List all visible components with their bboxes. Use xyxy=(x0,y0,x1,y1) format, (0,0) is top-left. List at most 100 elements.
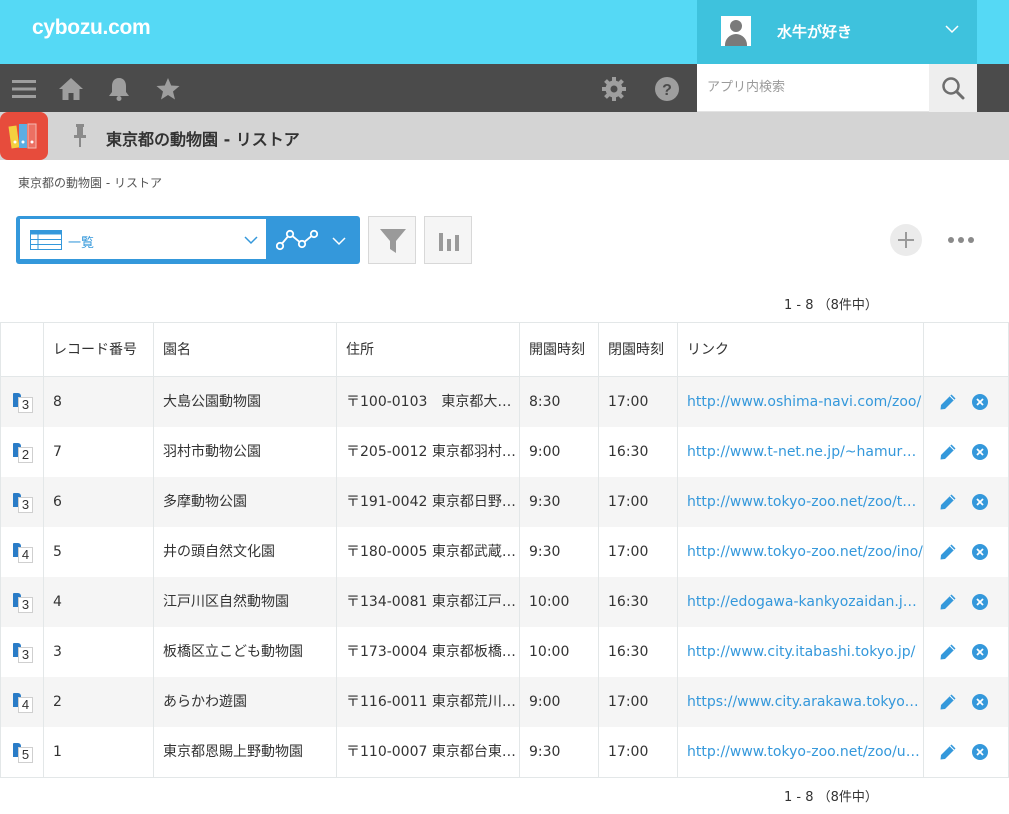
chevron-down-icon[interactable] xyxy=(332,236,346,246)
svg-text:?: ? xyxy=(662,82,672,99)
zoo-name-cell: 大島公園動物園 xyxy=(153,377,336,427)
link-cell[interactable]: http://www.t-net.ne.jp/~hamura-z/ xyxy=(677,427,923,477)
edit-pencil-icon[interactable] xyxy=(939,493,957,511)
delete-record-icon[interactable] xyxy=(972,694,988,710)
edit-pencil-icon[interactable] xyxy=(939,743,957,761)
table-header: レコード番号 園名 住所 開園時刻 閉園時刻 リンク xyxy=(1,323,1008,377)
column-header-record-no[interactable]: レコード番号 xyxy=(43,323,153,376)
zoo-name-cell: 多摩動物公園 xyxy=(153,477,336,527)
delete-record-icon[interactable] xyxy=(972,444,988,460)
link-cell[interactable]: http://www.oshima-navi.com/zoo/ xyxy=(677,377,923,427)
column-header-open[interactable]: 開園時刻 xyxy=(519,323,598,376)
record-detail-icon[interactable]: 4 xyxy=(13,693,35,715)
link-cell[interactable]: http://www.tokyo-zoo.net/zoo/ino/ xyxy=(677,527,923,577)
address-cell: 〒180-0005 東京都武蔵野市御殿山1-17-6 xyxy=(336,527,519,577)
table-row[interactable]: 36多摩動物公園〒191-0042 東京都日野市程久保7-1-19:3017:0… xyxy=(1,477,1008,527)
edit-pencil-icon[interactable] xyxy=(939,393,957,411)
link-cell[interactable]: http://edogawa-kankyozaidan.jp/zoo/ xyxy=(677,577,923,627)
table-row[interactable]: 34江戸川区自然動物園〒134-0081 東京都江戸川区北葛西3-2-110:0… xyxy=(1,577,1008,627)
table-row[interactable]: 38大島公園動物園〒100-0103 東京都大島町泉津福重28:3017:00h… xyxy=(1,377,1008,427)
row-actions-cell xyxy=(923,677,1008,727)
open-time-cell: 10:00 xyxy=(519,627,598,677)
edit-pencil-icon[interactable] xyxy=(939,643,957,661)
column-header-link[interactable]: リンク xyxy=(677,323,923,376)
table-row[interactable]: 51東京都恩賜上野動物園〒110-0007 東京都台東区上野公園9-839:30… xyxy=(1,727,1008,777)
delete-record-icon[interactable] xyxy=(972,544,988,560)
delete-record-icon[interactable] xyxy=(972,744,988,760)
help-icon[interactable]: ? xyxy=(654,76,680,102)
record-detail-icon[interactable]: 5 xyxy=(13,743,35,765)
delete-record-icon[interactable] xyxy=(972,394,988,410)
close-time-cell: 17:00 xyxy=(598,377,677,427)
row-actions-cell xyxy=(923,527,1008,577)
link-cell[interactable]: http://www.tokyo-zoo.net/zoo/tama/ xyxy=(677,477,923,527)
search-button[interactable] xyxy=(929,64,977,112)
graph-button[interactable] xyxy=(424,216,472,264)
edit-pencil-icon[interactable] xyxy=(939,443,957,461)
record-detail-icon[interactable]: 3 xyxy=(13,493,35,515)
header-edit-cell xyxy=(923,323,1008,376)
table-row[interactable]: 33板橋区立こども動物園〒173-0004 東京都板橋区板橋3-50-110:0… xyxy=(1,627,1008,677)
cybozu-logo[interactable]: cybozu.com xyxy=(32,16,151,40)
delete-record-icon[interactable] xyxy=(972,594,988,610)
delete-record-icon[interactable] xyxy=(972,494,988,510)
pin-icon[interactable] xyxy=(73,124,87,148)
record-detail-icon[interactable]: 3 xyxy=(13,593,35,615)
detail-cell: 3 xyxy=(1,577,43,627)
record-no-cell: 2 xyxy=(43,677,153,727)
table-view-icon xyxy=(30,230,62,250)
row-actions-cell xyxy=(923,627,1008,677)
home-icon[interactable] xyxy=(58,76,84,102)
address-cell: 〒205-0012 東京都羽村市羽4122 xyxy=(336,427,519,477)
link-cell[interactable]: https://www.city.arakawa.tokyo.jp/ xyxy=(677,677,923,727)
comment-count: 5 xyxy=(18,747,33,763)
record-detail-icon[interactable]: 3 xyxy=(13,643,35,665)
table-row[interactable]: 45井の頭自然文化園〒180-0005 東京都武蔵野市御殿山1-17-69:30… xyxy=(1,527,1008,577)
record-detail-icon[interactable]: 4 xyxy=(13,543,35,565)
table-row[interactable]: 42あらかわ遊園〒116-0011 東京都荒川区西尾久6-35-119:0017… xyxy=(1,677,1008,727)
column-header-name[interactable]: 園名 xyxy=(153,323,336,376)
column-header-address[interactable]: 住所 xyxy=(336,323,519,376)
chevron-down-icon xyxy=(244,236,258,245)
bar-chart-icon xyxy=(439,233,459,251)
breadcrumb[interactable]: 東京都の動物園 - リストア xyxy=(18,174,162,191)
table-row[interactable]: 27羽村市動物公園〒205-0012 東京都羽村市羽41229:0016:30h… xyxy=(1,427,1008,477)
bell-icon[interactable] xyxy=(106,76,132,102)
star-icon[interactable] xyxy=(155,76,181,102)
app-icon[interactable] xyxy=(0,112,48,160)
record-detail-icon[interactable]: 3 xyxy=(13,393,35,415)
graph-icon[interactable] xyxy=(276,228,318,252)
column-header-close[interactable]: 閉園時刻 xyxy=(598,323,677,376)
address-cell: 〒100-0103 東京都大島町泉津福重2 xyxy=(336,377,519,427)
edit-pencil-icon[interactable] xyxy=(939,593,957,611)
open-time-cell: 9:30 xyxy=(519,527,598,577)
user-menu[interactable]: 水牛が好き xyxy=(697,0,977,64)
link-cell[interactable]: http://www.city.itabashi.tokyo.jp/ xyxy=(677,627,923,677)
menu-icon[interactable] xyxy=(11,76,37,102)
delete-record-icon[interactable] xyxy=(972,644,988,660)
comment-count: 3 xyxy=(18,397,33,413)
record-detail-icon[interactable]: 2 xyxy=(13,443,35,465)
detail-cell: 3 xyxy=(1,627,43,677)
edit-pencil-icon[interactable] xyxy=(939,693,957,711)
record-no-cell: 1 xyxy=(43,727,153,777)
view-select[interactable]: 一覧 xyxy=(20,219,266,259)
add-record-button[interactable] xyxy=(890,224,922,256)
record-no-cell: 5 xyxy=(43,527,153,577)
record-no-cell: 8 xyxy=(43,377,153,427)
comment-count: 3 xyxy=(18,647,33,663)
open-time-cell: 8:30 xyxy=(519,377,598,427)
address-cell: 〒134-0081 東京都江戸川区北葛西3-2-1 xyxy=(336,577,519,627)
detail-cell: 4 xyxy=(1,677,43,727)
address-cell: 〒191-0042 東京都日野市程久保7-1-1 xyxy=(336,477,519,527)
filter-button[interactable] xyxy=(368,216,416,264)
close-time-cell: 17:00 xyxy=(598,527,677,577)
edit-pencil-icon[interactable] xyxy=(939,543,957,561)
more-options-icon[interactable] xyxy=(946,228,976,252)
detail-cell: 2 xyxy=(1,427,43,477)
zoo-name-cell: 東京都恩賜上野動物園 xyxy=(153,727,336,777)
gear-icon[interactable] xyxy=(601,76,627,102)
link-cell[interactable]: http://www.tokyo-zoo.net/zoo/ueno/ xyxy=(677,727,923,777)
binders-icon xyxy=(8,123,37,149)
app-search-input[interactable] xyxy=(697,64,929,111)
